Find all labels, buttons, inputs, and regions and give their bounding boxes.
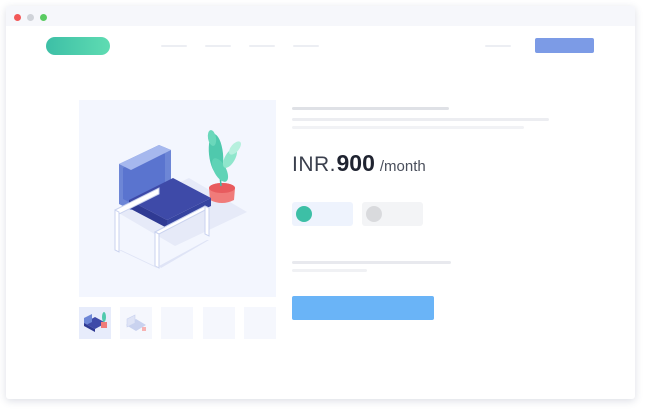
nav-link-2[interactable] [205,45,231,47]
armchair-outline-thumbnail-icon [126,314,146,331]
plant-icon [207,130,241,187]
thumbnail-5[interactable] [244,307,276,339]
price-currency: INR [292,153,330,176]
teal-swatch-icon [296,206,312,222]
nav-link-3[interactable] [249,45,275,47]
maximize-window-icon[interactable] [40,14,47,21]
product-image [79,100,276,297]
browser-window: INR. 900/month [6,6,635,399]
product-subtitle-line-1 [292,118,549,121]
grey-swatch-icon [366,206,382,222]
thumbnail-2[interactable] [120,307,152,339]
price-period: /month [379,158,426,175]
option-grey[interactable] [362,202,423,226]
product-title [292,107,449,110]
nav-link-4[interactable] [293,45,319,47]
header-cta-button[interactable] [535,38,594,53]
minimize-window-icon[interactable] [27,14,34,21]
thumbnail-1[interactable] [79,307,111,339]
brand-logo[interactable] [46,37,110,55]
thumbnail-3[interactable] [161,307,193,339]
description-line-2 [292,269,367,272]
account-link[interactable] [485,45,511,47]
description-line-1 [292,261,451,264]
add-to-cart-button[interactable] [292,296,434,320]
window-titlebar [6,6,635,26]
close-window-icon[interactable] [14,14,21,21]
product-subtitle-line-2 [292,126,524,129]
price: INR. 900/month [292,150,426,176]
option-teal[interactable] [292,202,353,226]
armchair-thumbnail-icon [84,312,107,332]
nav-link-1[interactable] [161,45,187,47]
thumbnail-4[interactable] [203,307,235,339]
armchair-illustration [114,130,247,269]
price-amount: 900 [336,150,375,176]
